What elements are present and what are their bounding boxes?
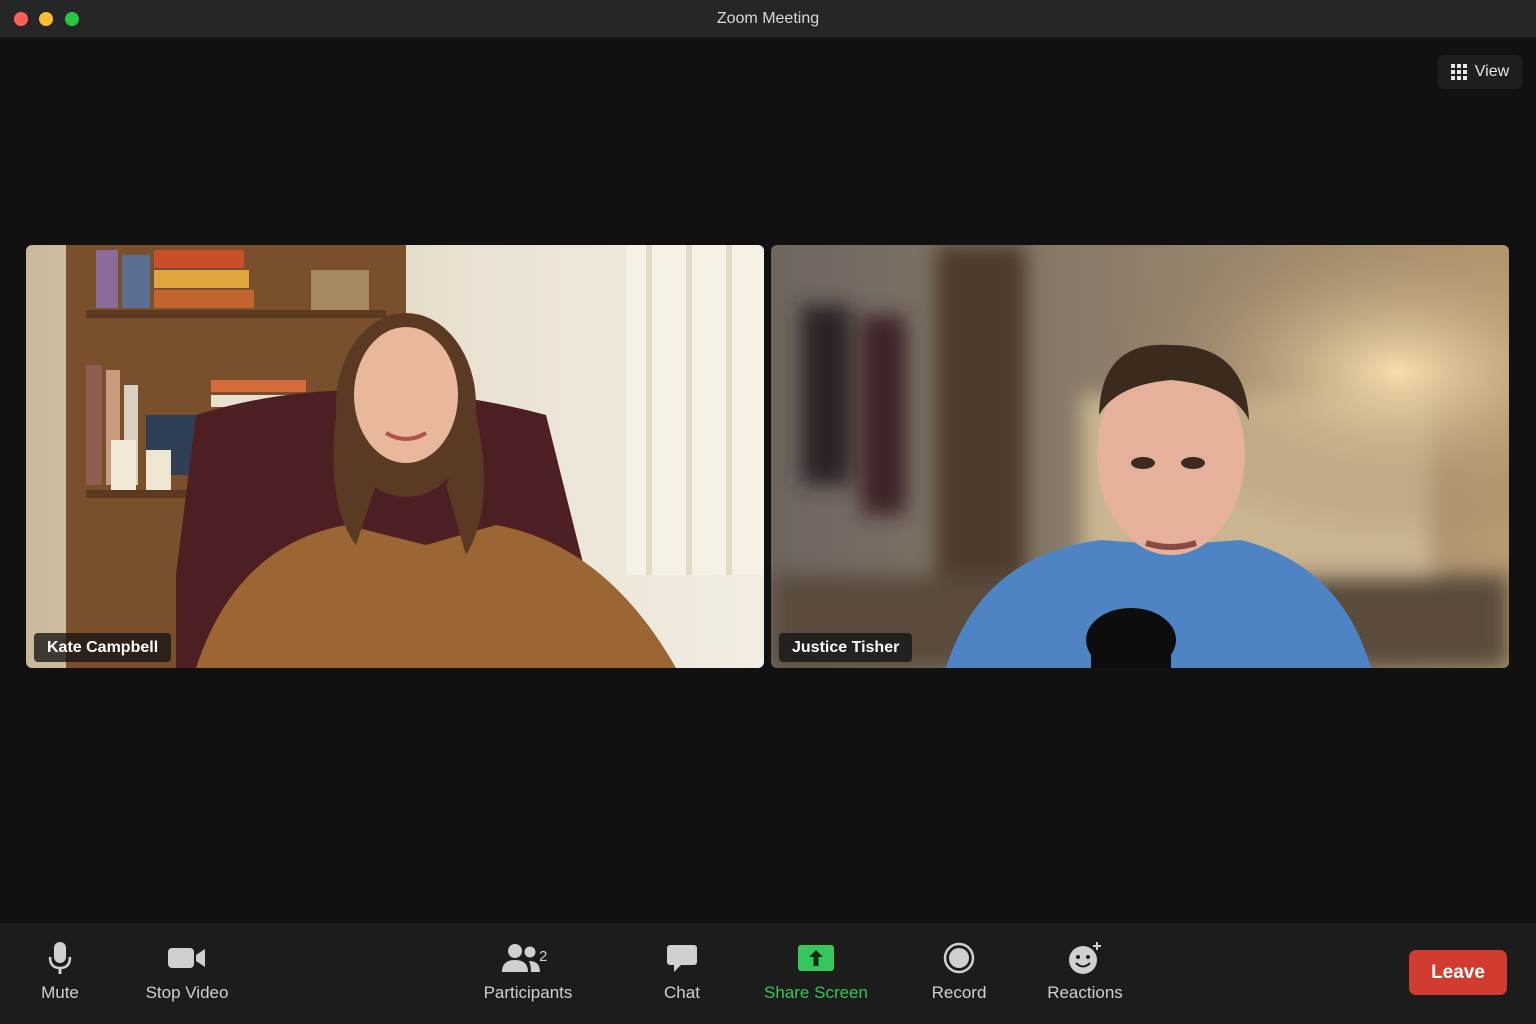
window-title: Zoom Meeting bbox=[716, 10, 820, 27]
smiley-add-icon bbox=[1067, 937, 1103, 979]
stop-video-label: Stop Video bbox=[145, 983, 229, 1002]
reactions-label: Reactions bbox=[1047, 983, 1123, 1002]
share-screen-label: Share Screen bbox=[764, 983, 868, 1002]
view-button[interactable]: View bbox=[1438, 55, 1522, 89]
record-label: Record bbox=[931, 983, 987, 1002]
chat-button[interactable]: Chat bbox=[660, 937, 704, 1017]
participants-count: 2 bbox=[539, 948, 548, 965]
microphone-icon bbox=[47, 937, 73, 979]
mute-label: Mute bbox=[41, 983, 79, 1002]
video-tile-justice-tisher[interactable]: Justice Tisher bbox=[771, 245, 1509, 668]
title-bar: Zoom Meeting bbox=[0, 0, 1536, 38]
meeting-toolbar: Mute Stop Video 2 Participants Chat Shar… bbox=[0, 924, 1536, 1024]
chat-bubble-icon bbox=[666, 937, 698, 979]
view-button-label: View bbox=[1474, 63, 1510, 80]
stop-video-button[interactable]: Stop Video bbox=[140, 937, 234, 1017]
participant-name-tag: Kate Campbell bbox=[34, 633, 172, 662]
participants-label: Participants bbox=[483, 983, 573, 1002]
chat-label: Chat bbox=[664, 983, 700, 1002]
participant-video-image bbox=[26, 245, 764, 668]
record-button[interactable]: Record bbox=[928, 937, 990, 1017]
share-screen-icon bbox=[797, 937, 835, 979]
video-camera-icon bbox=[167, 937, 207, 979]
record-icon bbox=[943, 937, 975, 979]
mute-button[interactable]: Mute bbox=[36, 937, 84, 1017]
participant-name-tag: Justice Tisher bbox=[779, 633, 913, 662]
participants-button[interactable]: 2 Participants bbox=[476, 937, 580, 1017]
share-screen-button[interactable]: Share Screen bbox=[760, 937, 872, 1017]
video-tile-kate-campbell[interactable]: Kate Campbell bbox=[26, 245, 764, 668]
reactions-button[interactable]: Reactions bbox=[1042, 937, 1128, 1017]
leave-button[interactable]: Leave bbox=[1409, 950, 1507, 995]
participant-video-image bbox=[771, 245, 1509, 668]
grid-icon bbox=[1450, 64, 1467, 80]
participants-icon: 2 bbox=[493, 937, 563, 979]
